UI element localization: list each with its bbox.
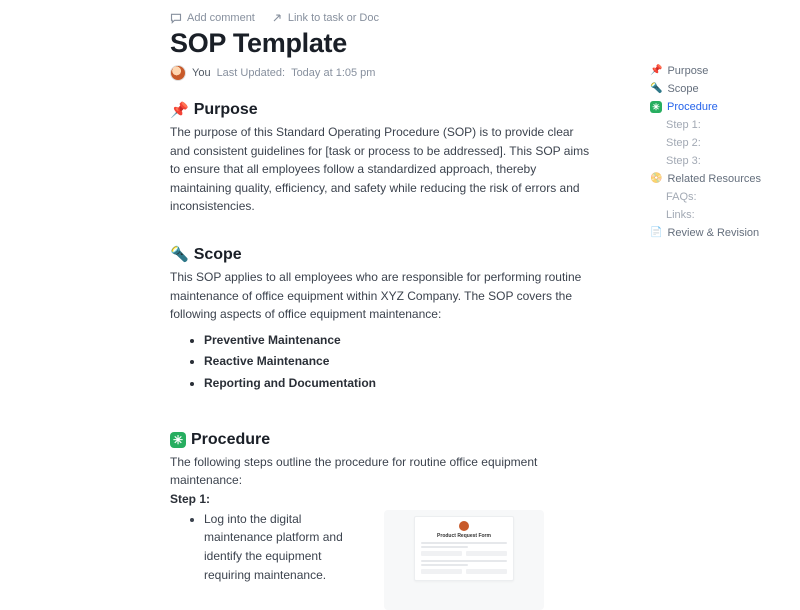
form-card: Product Request Form xyxy=(414,516,514,581)
outline-item-procedure[interactable]: ✳ Procedure xyxy=(650,98,790,116)
purpose-heading-text: Purpose xyxy=(194,101,258,119)
list-item: Log into the digital maintenance platfor… xyxy=(204,510,370,584)
outline-label: Step 2: xyxy=(666,137,701,149)
list-item: Reporting and Documentation xyxy=(204,373,592,395)
outline-item-step2[interactable]: Step 2: xyxy=(650,134,790,152)
outline-label: Related Resources xyxy=(667,173,761,185)
section-heading-purpose: 📌 Purpose xyxy=(170,101,592,119)
outline-item-purpose[interactable]: 📌 Purpose xyxy=(650,62,790,80)
outline-item-related[interactable]: 📀 Related Resources xyxy=(650,170,790,188)
link-arrow-icon xyxy=(271,12,283,24)
outline-item-step3[interactable]: Step 3: xyxy=(650,152,790,170)
flashlight-icon: 🔦 xyxy=(650,84,662,94)
outline-label: Scope xyxy=(667,83,698,95)
scope-heading-text: Scope xyxy=(194,246,242,264)
link-task-button[interactable]: Link to task or Doc xyxy=(271,12,379,24)
updated-value: Today at 1:05 pm xyxy=(291,67,375,79)
form-preview-image[interactable]: Product Request Form xyxy=(384,510,544,610)
outline-label: Purpose xyxy=(667,65,708,77)
flashlight-icon: 🔦 xyxy=(170,247,189,262)
outline-item-scope[interactable]: 🔦 Scope xyxy=(650,80,790,98)
procedure-intro: The following steps outline the procedur… xyxy=(170,453,592,490)
outline-label: Links: xyxy=(666,209,695,221)
page-icon: 📄 xyxy=(650,228,662,238)
outline-label: Review & Revision xyxy=(667,227,759,239)
procedure-heading-text: Procedure xyxy=(191,431,270,449)
form-title: Product Request Form xyxy=(421,533,507,539)
outline-nav: 📌 Purpose 🔦 Scope ✳ Procedure Step 1: St… xyxy=(650,62,790,242)
add-comment-button[interactable]: Add comment xyxy=(170,12,255,24)
add-comment-label: Add comment xyxy=(187,12,255,24)
page-title: SOP Template xyxy=(170,28,592,59)
outline-label: FAQs: xyxy=(666,191,697,203)
meta-row: You Last Updated: Today at 1:05 pm xyxy=(170,65,592,81)
outline-item-faqs[interactable]: FAQs: xyxy=(650,188,790,206)
list-item: Preventive Maintenance xyxy=(204,330,592,352)
link-task-label: Link to task or Doc xyxy=(288,12,379,24)
outline-label: Step 3: xyxy=(666,155,701,167)
step-1-row: Log into the digital maintenance platfor… xyxy=(170,510,592,610)
section-heading-procedure: ✳ Procedure xyxy=(170,431,592,449)
step-1-list: Log into the digital maintenance platfor… xyxy=(170,510,370,584)
form-avatar-icon xyxy=(459,521,469,531)
outline-item-review[interactable]: 📄 Review & Revision xyxy=(650,224,790,242)
list-item: Reactive Maintenance xyxy=(204,351,592,373)
doc-toolbar: Add comment Link to task or Doc xyxy=(170,12,592,24)
scope-bullet-list: Preventive Maintenance Reactive Maintena… xyxy=(170,330,592,395)
scope-body: This SOP applies to all employees who ar… xyxy=(170,268,592,324)
author-name: You xyxy=(192,67,211,79)
document-main: Add comment Link to task or Doc SOP Temp… xyxy=(0,0,620,582)
asterisk-square-icon: ✳ xyxy=(170,432,186,448)
updated-label: Last Updated: xyxy=(217,67,286,79)
pushpin-icon: 📌 xyxy=(650,66,662,76)
outline-item-links[interactable]: Links: xyxy=(650,206,790,224)
disc-icon: 📀 xyxy=(650,174,662,184)
pushpin-icon: 📌 xyxy=(170,103,189,118)
outline-item-step1[interactable]: Step 1: xyxy=(650,116,790,134)
step-1-label: Step 1: xyxy=(170,492,592,506)
outline-label: Procedure xyxy=(667,101,718,113)
asterisk-square-icon: ✳ xyxy=(650,101,662,113)
section-heading-scope: 🔦 Scope xyxy=(170,246,592,264)
speech-bubble-icon xyxy=(170,12,182,24)
avatar[interactable] xyxy=(170,65,186,81)
purpose-body: The purpose of this Standard Operating P… xyxy=(170,123,592,216)
outline-label: Step 1: xyxy=(666,119,701,131)
